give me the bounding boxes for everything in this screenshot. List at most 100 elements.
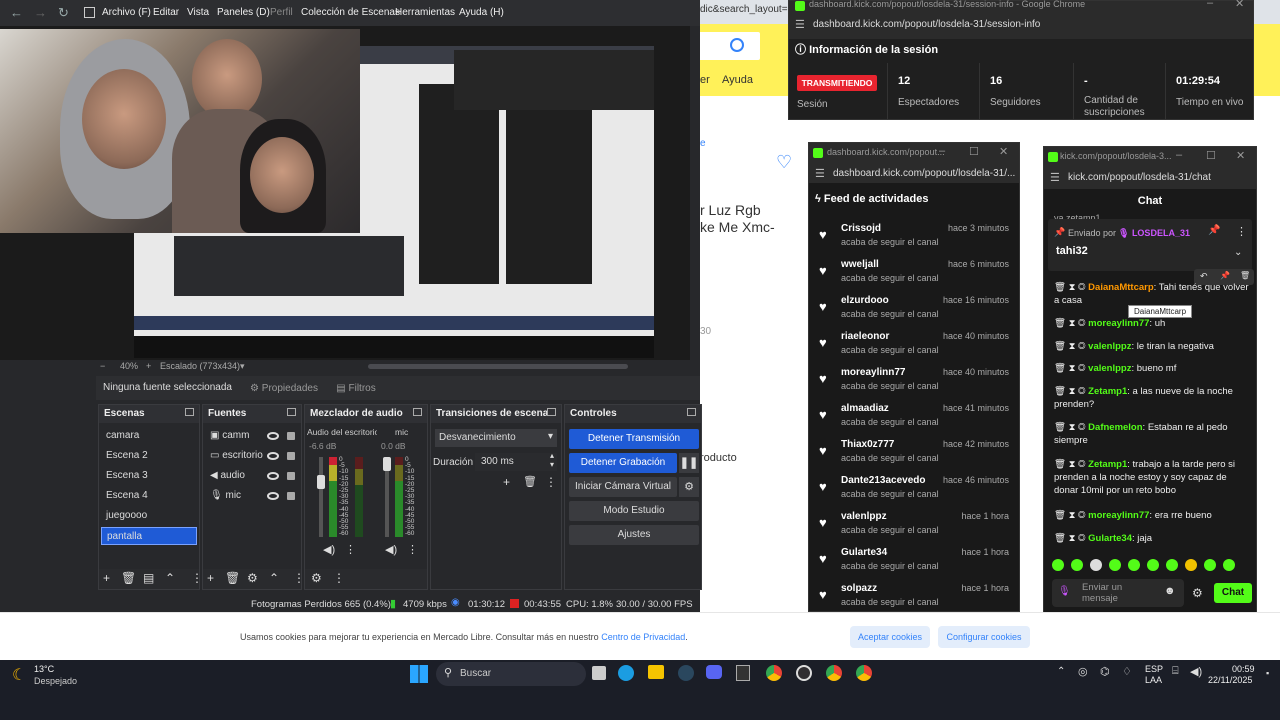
session-url[interactable]: dashboard.kick.com/popout/losdela-31/ses… [813, 19, 1040, 30]
mod-actions-icon[interactable]: 🗑 ⧗ ◎ [1054, 422, 1088, 433]
menu-archivo[interactable]: Archivo (F) [102, 7, 151, 18]
gear-icon[interactable]: ⚙ [679, 477, 699, 497]
dock-undock-icon[interactable] [413, 408, 422, 416]
gear-icon[interactable]: ⚙ [1192, 586, 1203, 600]
language-layout[interactable]: LAA [1145, 675, 1162, 685]
minimize-icon[interactable]: – [1207, 0, 1213, 9]
menu-paneles[interactable]: Paneles (D) [217, 7, 270, 18]
dock-undock-icon[interactable] [687, 408, 696, 416]
zoom-in-button[interactable]: + [146, 361, 151, 371]
forward-arrow-icon[interactable]: → [34, 5, 47, 20]
ml-menu-ayuda[interactable]: Ayuda [722, 74, 753, 86]
tray-app-icon[interactable]: ◎ [1078, 665, 1088, 678]
duration-input[interactable]: 300 ms ▴ ▾ [475, 451, 557, 471]
chevron-up-icon[interactable]: ⌃ [269, 571, 279, 585]
gear-icon[interactable]: ⚙ [247, 571, 258, 585]
network-icon[interactable]: ⌸ [1172, 665, 1179, 678]
tray-app-icon[interactable]: ♢ [1122, 665, 1132, 678]
accept-cookies-button[interactable]: Aceptar cookies [850, 626, 930, 648]
trash-icon[interactable]: 🗑 [523, 475, 537, 488]
ml-link-partial[interactable]: e [700, 138, 706, 149]
obs-taskbar-icon[interactable] [796, 665, 812, 681]
emote-icon[interactable] [1223, 559, 1235, 571]
mod-actions-icon[interactable]: 🗑 ⧗ ◎ [1054, 318, 1088, 329]
emote-icon[interactable] [1071, 559, 1083, 571]
speaker-icon[interactable]: ◀) [385, 543, 397, 556]
emote-icon[interactable] [1090, 559, 1102, 571]
task-view-icon[interactable] [592, 666, 606, 680]
emote-icon[interactable] [1109, 559, 1121, 571]
windows-start-icon[interactable] [410, 665, 428, 683]
pin-icon[interactable]: 📌 [1208, 225, 1220, 236]
steam-icon[interactable] [678, 665, 694, 681]
menu-vista[interactable]: Vista [187, 7, 209, 18]
eye-icon[interactable] [267, 472, 279, 480]
taskbar-search[interactable]: ⚲ Buscar [436, 662, 586, 686]
mod-actions-icon[interactable]: 🗑 ⧗ ◎ [1054, 363, 1088, 374]
trash-icon[interactable]: 🗑 [121, 571, 136, 585]
eye-icon[interactable] [267, 452, 279, 460]
ml-search-box[interactable] [700, 32, 760, 60]
weather-temp[interactable]: 13°C [34, 664, 54, 674]
mod-actions-icon[interactable]: 🗑 ⧗ ◎ [1054, 510, 1088, 521]
scene-item[interactable]: Escena 4 [101, 487, 197, 505]
more-icon[interactable]: ⋮ [407, 543, 418, 556]
chat-username[interactable]: moreaylinn77 [1088, 510, 1149, 521]
lock-icon[interactable] [287, 472, 295, 480]
dock-undock-icon[interactable] [185, 408, 194, 416]
minimize-icon[interactable]: – [939, 145, 945, 157]
emote-icon[interactable] [1204, 559, 1216, 571]
chrome-icon[interactable] [766, 665, 782, 681]
maximize-icon[interactable]: ☐ [969, 145, 979, 158]
epic-games-icon[interactable] [736, 665, 750, 681]
filter-icon[interactable]: ▤ [143, 571, 154, 585]
speaker-icon[interactable]: ◀) [323, 543, 335, 556]
emoji-icon[interactable]: ☻ [1164, 585, 1176, 597]
maximize-icon[interactable]: ☐ [1206, 149, 1216, 162]
scene-item[interactable]: Escena 3 [101, 467, 197, 485]
emote-icon[interactable] [1052, 559, 1064, 571]
chat-send-button[interactable]: Chat [1214, 583, 1252, 603]
clock-time[interactable]: 00:59 [1232, 664, 1255, 674]
advanced-audio-icon[interactable]: ⚙ [311, 571, 322, 585]
moon-weather-icon[interactable]: ☾ [12, 665, 26, 685]
file-explorer-icon[interactable] [648, 665, 664, 679]
more-icon[interactable]: ⋮ [333, 571, 345, 585]
feed-url[interactable]: dashboard.kick.com/popout/losdela-31/... [833, 168, 1015, 179]
studio-mode-button[interactable]: Modo Estudio [569, 501, 699, 521]
properties-button[interactable]: ⚙ Propiedades [246, 380, 322, 397]
transition-select[interactable]: Desvanecimiento ▾ [435, 429, 557, 447]
close-icon[interactable]: ✕ [999, 145, 1008, 158]
scale-label[interactable]: Escalado (773x434) [160, 361, 240, 371]
browser-url[interactable]: dic&search_layout= [700, 4, 790, 20]
source-item-camm[interactable]: ▣ camm [205, 427, 299, 445]
chrome-icon[interactable] [856, 665, 872, 681]
chat-username[interactable]: Zetamp1 [1088, 386, 1127, 397]
dock-undock-icon[interactable] [287, 408, 296, 416]
dock-undock-icon[interactable] [547, 408, 556, 416]
favorite-heart-icon[interactable]: ♡ [776, 152, 792, 173]
eye-icon[interactable] [267, 492, 279, 500]
zoom-out-button[interactable]: − [100, 361, 105, 371]
menu-editar[interactable]: Editar [153, 7, 179, 18]
chat-username[interactable]: valenlppz [1088, 341, 1131, 352]
source-item-escritorio[interactable]: ▭ escritorio [205, 447, 299, 465]
chat-username[interactable]: Zetamp1 [1088, 459, 1127, 470]
mod-actions-icon[interactable]: 🗑 ⧗ ◎ [1054, 386, 1088, 397]
volume-icon[interactable]: ◀) [1190, 665, 1202, 678]
lock-icon[interactable] [287, 492, 295, 500]
clock-date[interactable]: 22/11/2025 [1208, 675, 1252, 685]
mod-actions-icon[interactable]: 🗑 ⧗ ◎ [1054, 341, 1088, 352]
emote-icon[interactable] [1147, 559, 1159, 571]
menu-icon[interactable]: ☰ [795, 18, 805, 31]
pause-icon[interactable]: ❚❚ [679, 453, 699, 473]
language-code[interactable]: ESP [1145, 664, 1163, 674]
back-arrow-icon[interactable]: ← [10, 5, 23, 20]
trash-icon[interactable]: 🗑 [1240, 271, 1250, 280]
notification-icon[interactable]: ▪ [1266, 668, 1269, 678]
virtual-camera-button[interactable]: Iniciar Cámara Virtual [569, 477, 677, 497]
emote-icon[interactable] [1128, 559, 1140, 571]
chevron-down-icon[interactable]: ⌄ [1234, 247, 1242, 258]
search-icon[interactable] [730, 38, 744, 52]
pin-icon[interactable]: 📌 [1220, 271, 1230, 280]
